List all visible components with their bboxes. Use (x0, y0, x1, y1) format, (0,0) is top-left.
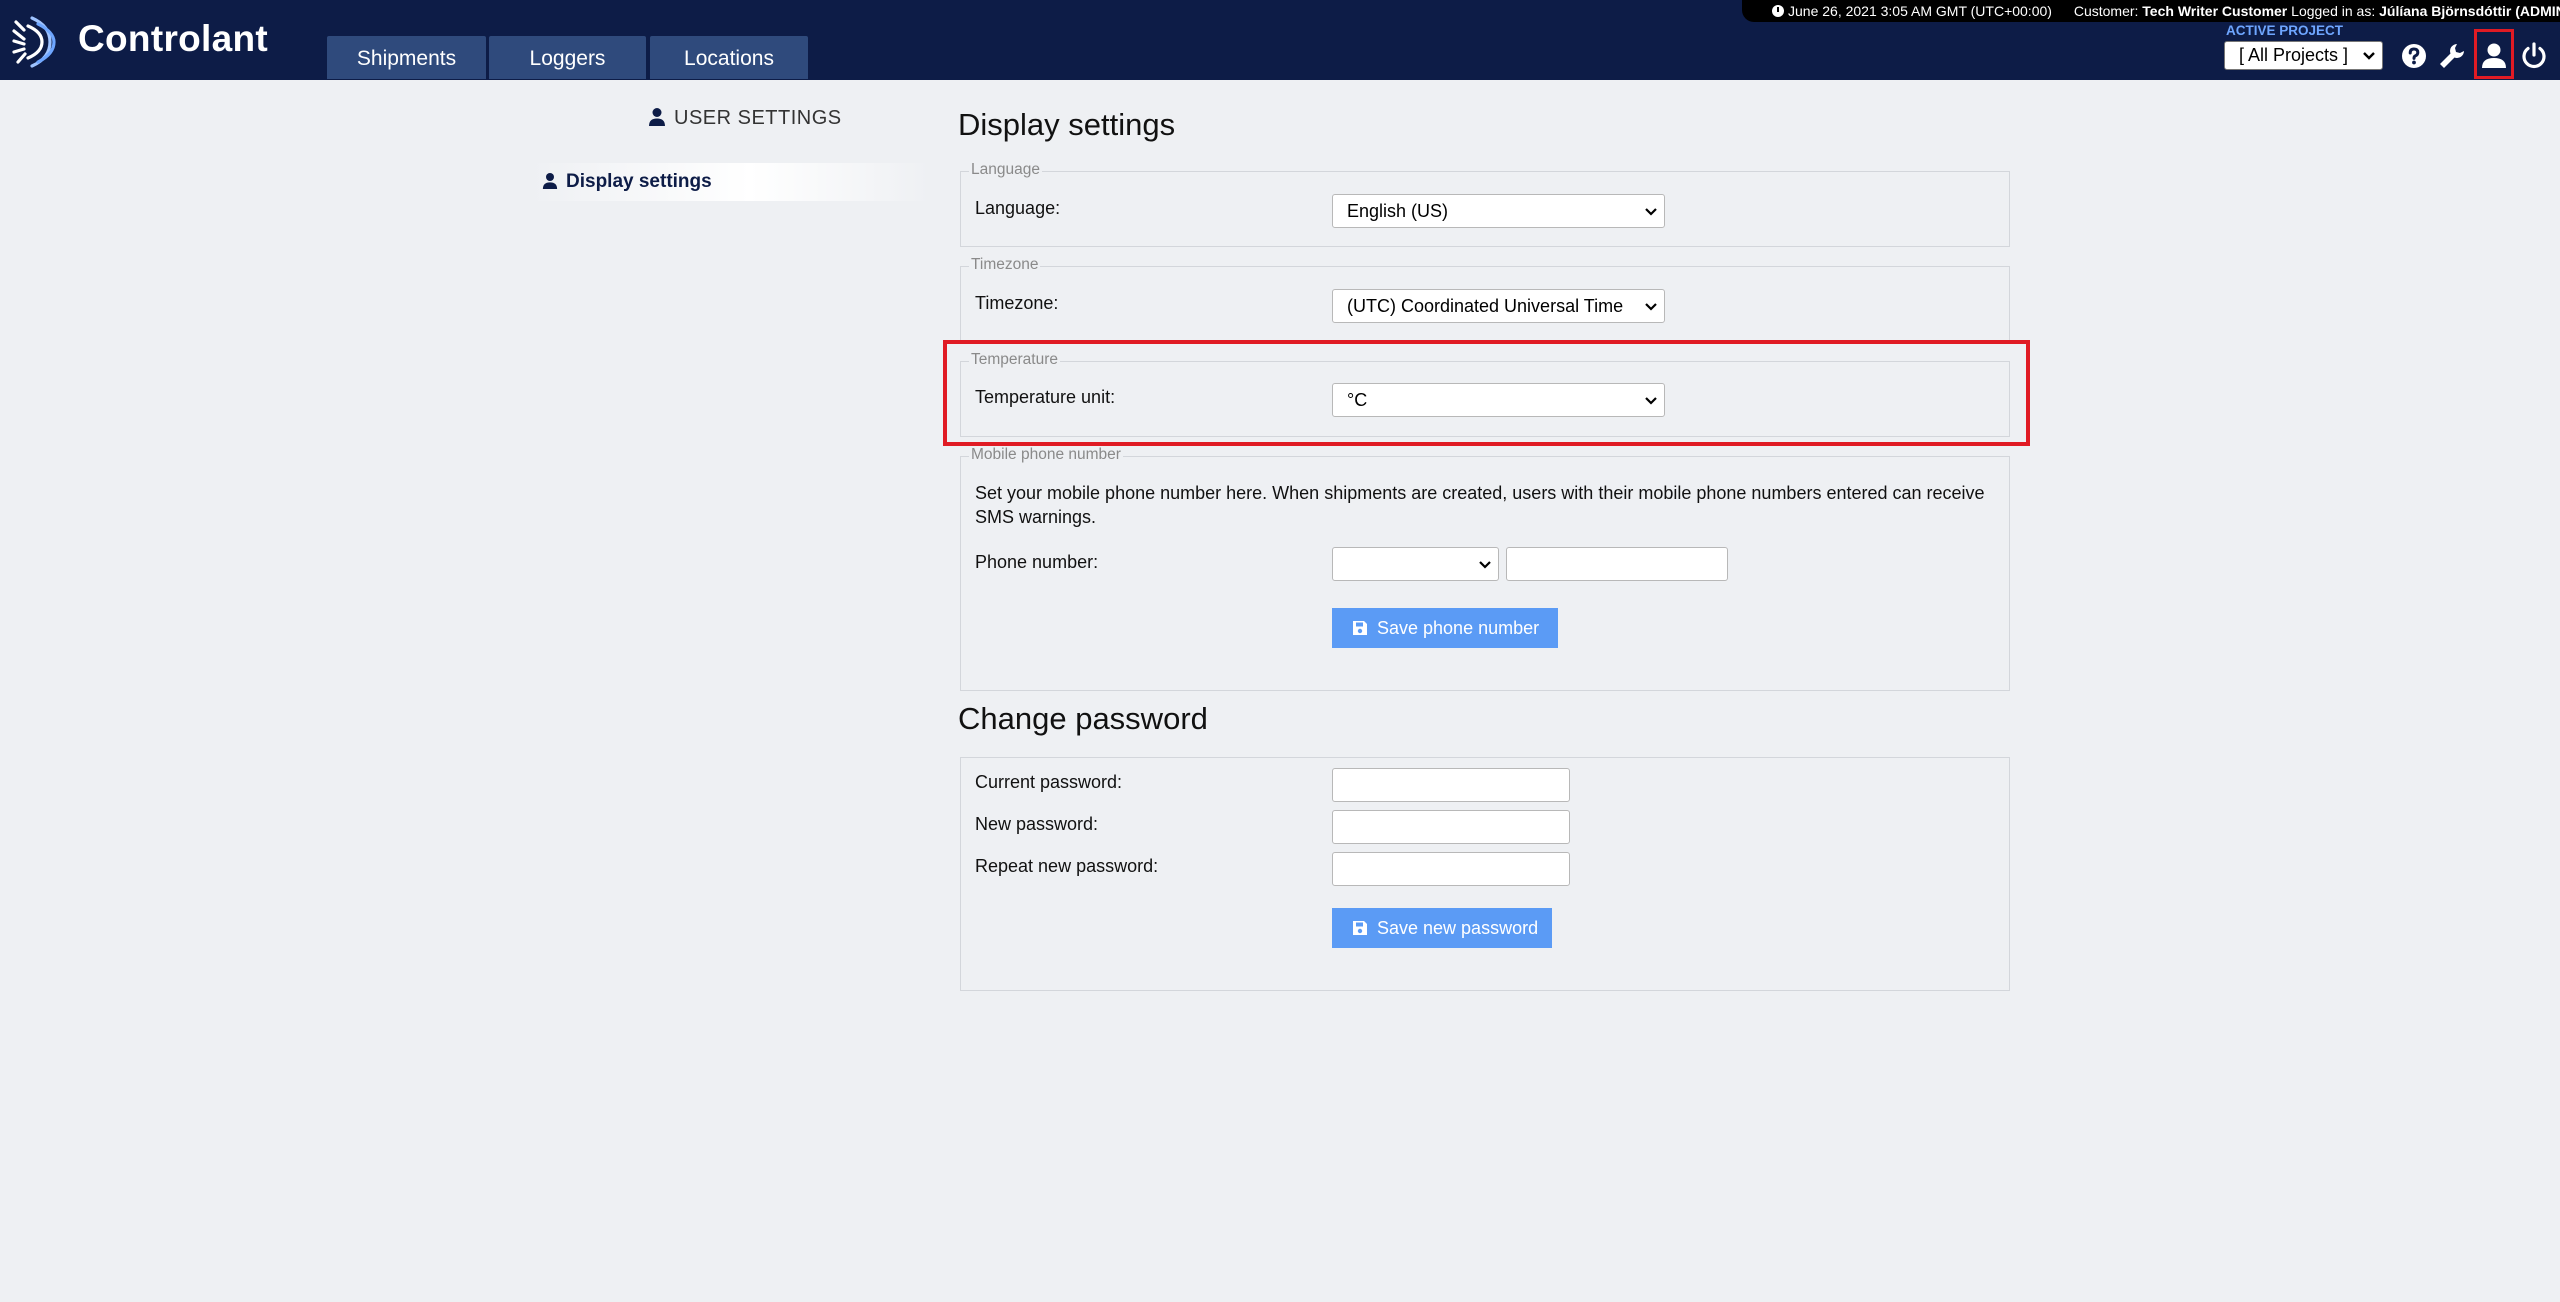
tab-shipments[interactable]: Shipments (327, 36, 486, 79)
mobile-phone-fieldset: Mobile phone number Set your mobile phon… (960, 446, 2010, 691)
timezone-legend: Timezone (969, 256, 1041, 274)
timezone-select[interactable]: (UTC) Coordinated Universal Time (1332, 289, 1665, 323)
save-phone-number-label: Save phone number (1377, 618, 1540, 638)
chevron-down-icon (2363, 52, 2375, 60)
chevron-down-icon (1645, 208, 1657, 216)
save-phone-number-button[interactable]: Save phone number (1332, 608, 1558, 648)
language-value: English (US) (1347, 201, 1449, 221)
mobile-phone-legend: Mobile phone number (969, 446, 1123, 464)
timezone-label: Timezone: (975, 293, 1059, 313)
chevron-down-icon (1479, 561, 1491, 569)
save-floppy-icon (1353, 621, 1367, 635)
language-label: Language: (975, 198, 1061, 218)
current-password-input[interactable] (1332, 768, 1570, 802)
phone-number-label: Phone number: (975, 552, 1099, 572)
customer-name: Tech Writer Customer (2142, 3, 2288, 19)
current-datetime: June 26, 2021 3:05 AM GMT (UTC+00:00) (1788, 3, 2052, 19)
clock-icon (1772, 5, 1784, 17)
save-new-password-button[interactable]: Save new password (1332, 908, 1552, 948)
new-password-input[interactable] (1332, 810, 1570, 844)
current-password-label: Current password: (975, 772, 1123, 792)
user-icon (649, 108, 665, 126)
timezone-value: (UTC) Coordinated Universal Time (1347, 296, 1624, 316)
phone-number-input[interactable] (1506, 547, 1728, 581)
help-icon[interactable] (2398, 40, 2430, 72)
active-project-value: [ All Projects ] (2239, 45, 2349, 65)
brand-name[interactable]: Controlant (78, 18, 268, 60)
active-project-select[interactable]: [ All Projects ] (2224, 41, 2383, 70)
repeat-password-label: Repeat new password: (975, 856, 1159, 876)
user-settings-heading: USER SETTINGS (648, 107, 842, 130)
power-icon[interactable] (2518, 40, 2550, 72)
repeat-password-input[interactable] (1332, 852, 1570, 886)
sidebar-item-display-settings[interactable]: Display settings (530, 163, 930, 201)
save-new-password-label: Save new password (1377, 918, 1539, 938)
wrench-icon[interactable] (2436, 40, 2468, 72)
timezone-fieldset: Timezone Timezone: (UTC) Coordinated Uni… (960, 256, 2010, 342)
customer-label: Customer: (2073, 3, 2139, 19)
controlant-logo-icon (12, 16, 56, 68)
save-floppy-icon (1353, 921, 1367, 935)
language-select[interactable]: English (US) (1332, 194, 1665, 228)
mobile-phone-help-text: Set your mobile phone number here. When … (975, 483, 1985, 527)
display-settings-title: Display settings (958, 107, 1176, 142)
active-project-label: ACTIVE PROJECT (2226, 23, 2344, 38)
language-legend: Language (969, 161, 1042, 179)
user-icon-highlight-box (2474, 29, 2514, 79)
chevron-down-icon (1645, 303, 1657, 311)
logged-in-label: Logged in as: (2291, 3, 2376, 19)
session-status-bar: June 26, 2021 3:05 AM GMT (UTC+00:00) Cu… (1742, 0, 2560, 22)
top-header: Controlant Shipments Loggers Locations J… (0, 0, 2560, 80)
new-password-label: New password: (975, 814, 1099, 834)
country-code-select[interactable] (1332, 547, 1499, 581)
change-password-fieldset: Current password: New password: Repeat n… (960, 757, 2010, 991)
user-icon (542, 173, 558, 189)
tab-loggers[interactable]: Loggers (489, 36, 646, 79)
tab-locations[interactable]: Locations (650, 36, 808, 79)
sidebar-item-label: Display settings (566, 171, 712, 192)
language-fieldset: Language Language: English (US) (960, 161, 2010, 247)
user-settings-heading-text: USER SETTINGS (674, 107, 842, 129)
temperature-highlight-box (943, 340, 2030, 446)
change-password-title: Change password (958, 701, 1208, 736)
logged-in-user: Júlíana Björnsdóttir (ADMIN) (2379, 3, 2560, 19)
